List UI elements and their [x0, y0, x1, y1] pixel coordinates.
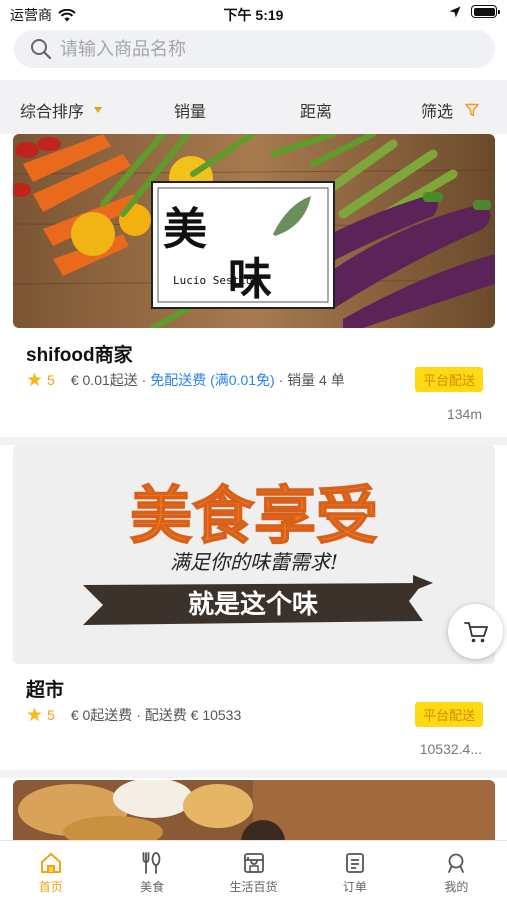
orders-icon [346, 853, 364, 873]
delivery-badge: 平台配送 [414, 702, 483, 727]
filter-bar: 综合排序 销量 距离 筛选 [0, 80, 507, 134]
delivery-fee: 免配送费 (满0.01免) [150, 372, 275, 388]
min-order: € 0.01起送 · [70, 372, 147, 388]
distance-label: 距离 [300, 104, 333, 121]
tab-general-goods[interactable]: 生活百货 [203, 841, 304, 900]
cart-button[interactable] [448, 604, 503, 659]
store-list[interactable]: 美 味 Lucio Sestio shifood商家 ★ 5 € 0.01起送 … [0, 134, 507, 840]
delivery-badge: 平台配送 [414, 367, 483, 392]
home-icon [40, 853, 61, 873]
tab-bar: 首页 美食 生活百货 订单 我的 [0, 840, 507, 900]
tab-profile[interactable]: 我的 [406, 841, 507, 900]
store-card[interactable]: 美 味 Lucio Sestio shifood商家 ★ 5 € 0.01起送 … [0, 134, 507, 437]
profile-icon [448, 853, 465, 873]
store-card[interactable] [0, 778, 507, 840]
caret-down-icon [94, 107, 103, 113]
store-rating: 5 [47, 372, 55, 388]
food-promo-banner-image: 美食享受 满足你的味蕾需求! 就是这个味 [13, 445, 495, 664]
location-arrow-icon [449, 6, 461, 17]
utensils-icon [142, 852, 161, 874]
store-distance: 134m [446, 406, 482, 422]
tab-food-label: 美食 [140, 880, 165, 894]
sort-dropdown[interactable]: 综合排序 [20, 98, 103, 122]
tab-orders-label: 订单 [342, 880, 367, 894]
cart-icon [463, 621, 488, 642]
star-icon: ★ [26, 369, 44, 391]
banner-handwriting: 满足你的味蕾需求! [170, 550, 338, 574]
vegetables-banner-image: 美 味 Lucio Sestio [13, 134, 495, 328]
mooncake-banner-image [13, 780, 495, 840]
store-meta: ★ 5 € 0起送费 · 配送费 € 10533 [26, 705, 241, 725]
store-name: 超市 [26, 680, 65, 701]
status-right [449, 5, 500, 18]
sales-label: 销量 [174, 104, 207, 121]
tab-home-label: 首页 [38, 880, 63, 894]
filter-button[interactable]: 筛选 [421, 98, 479, 122]
clock: 下午 5:19 [223, 7, 284, 23]
store-icon [243, 853, 264, 873]
star-icon: ★ [26, 704, 44, 726]
sort-by-sales[interactable]: 销量 [174, 98, 206, 122]
store-card[interactable]: 美食享受 满足你的味蕾需求! 就是这个味 超市 ★ 5 € 0起送费 · 配送费… [0, 445, 507, 770]
banner-title: 美食享受 [130, 479, 378, 552]
filter-label: 筛选 [421, 104, 454, 121]
app-screen: 运营商 下午 5:19 综合排序 [0, 0, 507, 900]
logo-char-mei: 美 [163, 204, 207, 255]
tab-orders[interactable]: 订单 [304, 841, 405, 900]
tab-profile-label: 我的 [444, 880, 469, 894]
min-order: € 0起送费 · [70, 707, 141, 723]
store-banner: 美食享受 满足你的味蕾需求! 就是这个味 [13, 445, 495, 664]
search-bar [0, 26, 507, 80]
funnel-icon [465, 103, 479, 117]
logo-subtitle: Lucio Sestio [173, 274, 252, 287]
store-banner: 美 味 Lucio Sestio [13, 134, 495, 328]
status-bar: 运营商 下午 5:19 [0, 0, 507, 26]
banner-ribbon-text: 就是这个味 [188, 589, 318, 620]
store-banner [13, 780, 495, 840]
sales-count: · 销量 4 单 [278, 372, 345, 388]
search-input[interactable] [60, 38, 460, 60]
tab-general-goods-label: 生活百货 [229, 880, 278, 894]
store-distance: 10532.4... [419, 741, 482, 757]
store-rating: 5 [47, 707, 55, 723]
sort-label: 综合排序 [20, 104, 85, 121]
store-name: shifood商家 [26, 345, 133, 366]
battery-icon [471, 5, 500, 18]
tab-food[interactable]: 美食 [101, 841, 202, 900]
store-meta: ★ 5 € 0.01起送 · 免配送费 (满0.01免) · 销量 4 单 [26, 370, 345, 390]
delivery-fee: 配送费 € 10533 [144, 707, 242, 723]
search-icon [31, 39, 52, 60]
search-box[interactable] [14, 30, 495, 68]
tab-home[interactable]: 首页 [0, 841, 101, 900]
sort-by-distance[interactable]: 距离 [300, 98, 332, 122]
